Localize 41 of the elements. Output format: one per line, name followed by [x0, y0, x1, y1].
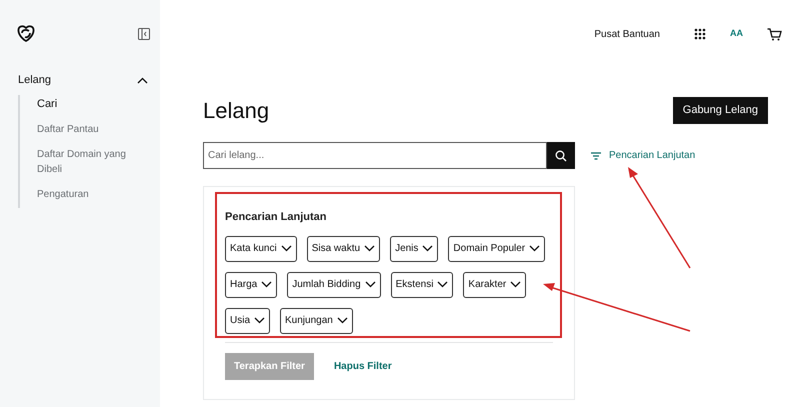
filter-title: Pencarian Lanjutan: [225, 210, 328, 225]
chevron-down-icon: [336, 317, 348, 324]
sidebar-item[interactable]: Daftar Domain yang Dibeli: [37, 146, 147, 176]
chevron-down-icon: [254, 317, 266, 324]
page-title: Lelang: [203, 97, 270, 125]
filter-dropdown[interactable]: Ekstensi: [390, 272, 454, 298]
apps-grid-icon[interactable]: [694, 28, 706, 40]
filter-dropdown[interactable]: Harga: [225, 272, 278, 298]
filter-dropdown[interactable]: Sisa waktu: [306, 236, 380, 262]
sidebar-section[interactable]: Lelang: [0, 72, 160, 88]
chevron-down-icon: [422, 245, 434, 252]
chevron-down-icon: [529, 245, 540, 252]
filter-dropdown[interactable]: Jenis: [390, 236, 438, 262]
filter-dropdown[interactable]: Jumlah Bidding: [287, 272, 381, 298]
chevron-down-icon: [364, 245, 376, 252]
search-field[interactable]: Cari lelang...: [203, 142, 547, 169]
advanced-search-link[interactable]: Pencarian Lanjutan: [591, 148, 696, 163]
join-auction-button[interactable]: Gabung Lelang: [672, 97, 768, 124]
logo-icon: [17, 25, 35, 42]
filter-dropdown[interactable]: Kunjungan: [280, 308, 353, 334]
collapse-sidebar-icon[interactable]: [138, 28, 150, 40]
filter-dropdown[interactable]: Kata kunci: [225, 236, 297, 262]
chevron-down-icon: [261, 281, 272, 288]
cart-icon[interactable]: [767, 28, 782, 40]
help-link[interactable]: Pusat Bantuan: [594, 26, 660, 42]
account-initials[interactable]: AA: [730, 27, 743, 41]
filter-dropdown[interactable]: Domain Populer: [448, 236, 546, 262]
sidebar-item[interactable]: Daftar Pantau: [37, 122, 147, 136]
filter-dropdown[interactable]: Usia: [225, 308, 270, 334]
chevron-down-icon: [510, 281, 522, 288]
chevron-down-icon: [437, 281, 448, 288]
chevron-down-icon: [280, 245, 292, 252]
filter-dropdown[interactable]: Karakter: [463, 272, 526, 298]
search-icon: [555, 150, 567, 162]
sidebar-item[interactable]: Cari: [37, 96, 147, 112]
clear-filter-link[interactable]: Hapus Filter: [334, 358, 392, 374]
search-button[interactable]: [547, 142, 575, 169]
chevron-down-icon: [364, 281, 376, 288]
chevron-up-icon: [137, 76, 148, 84]
filter-icon: [591, 152, 601, 160]
sidebar-item[interactable]: Pengaturan: [37, 186, 147, 202]
